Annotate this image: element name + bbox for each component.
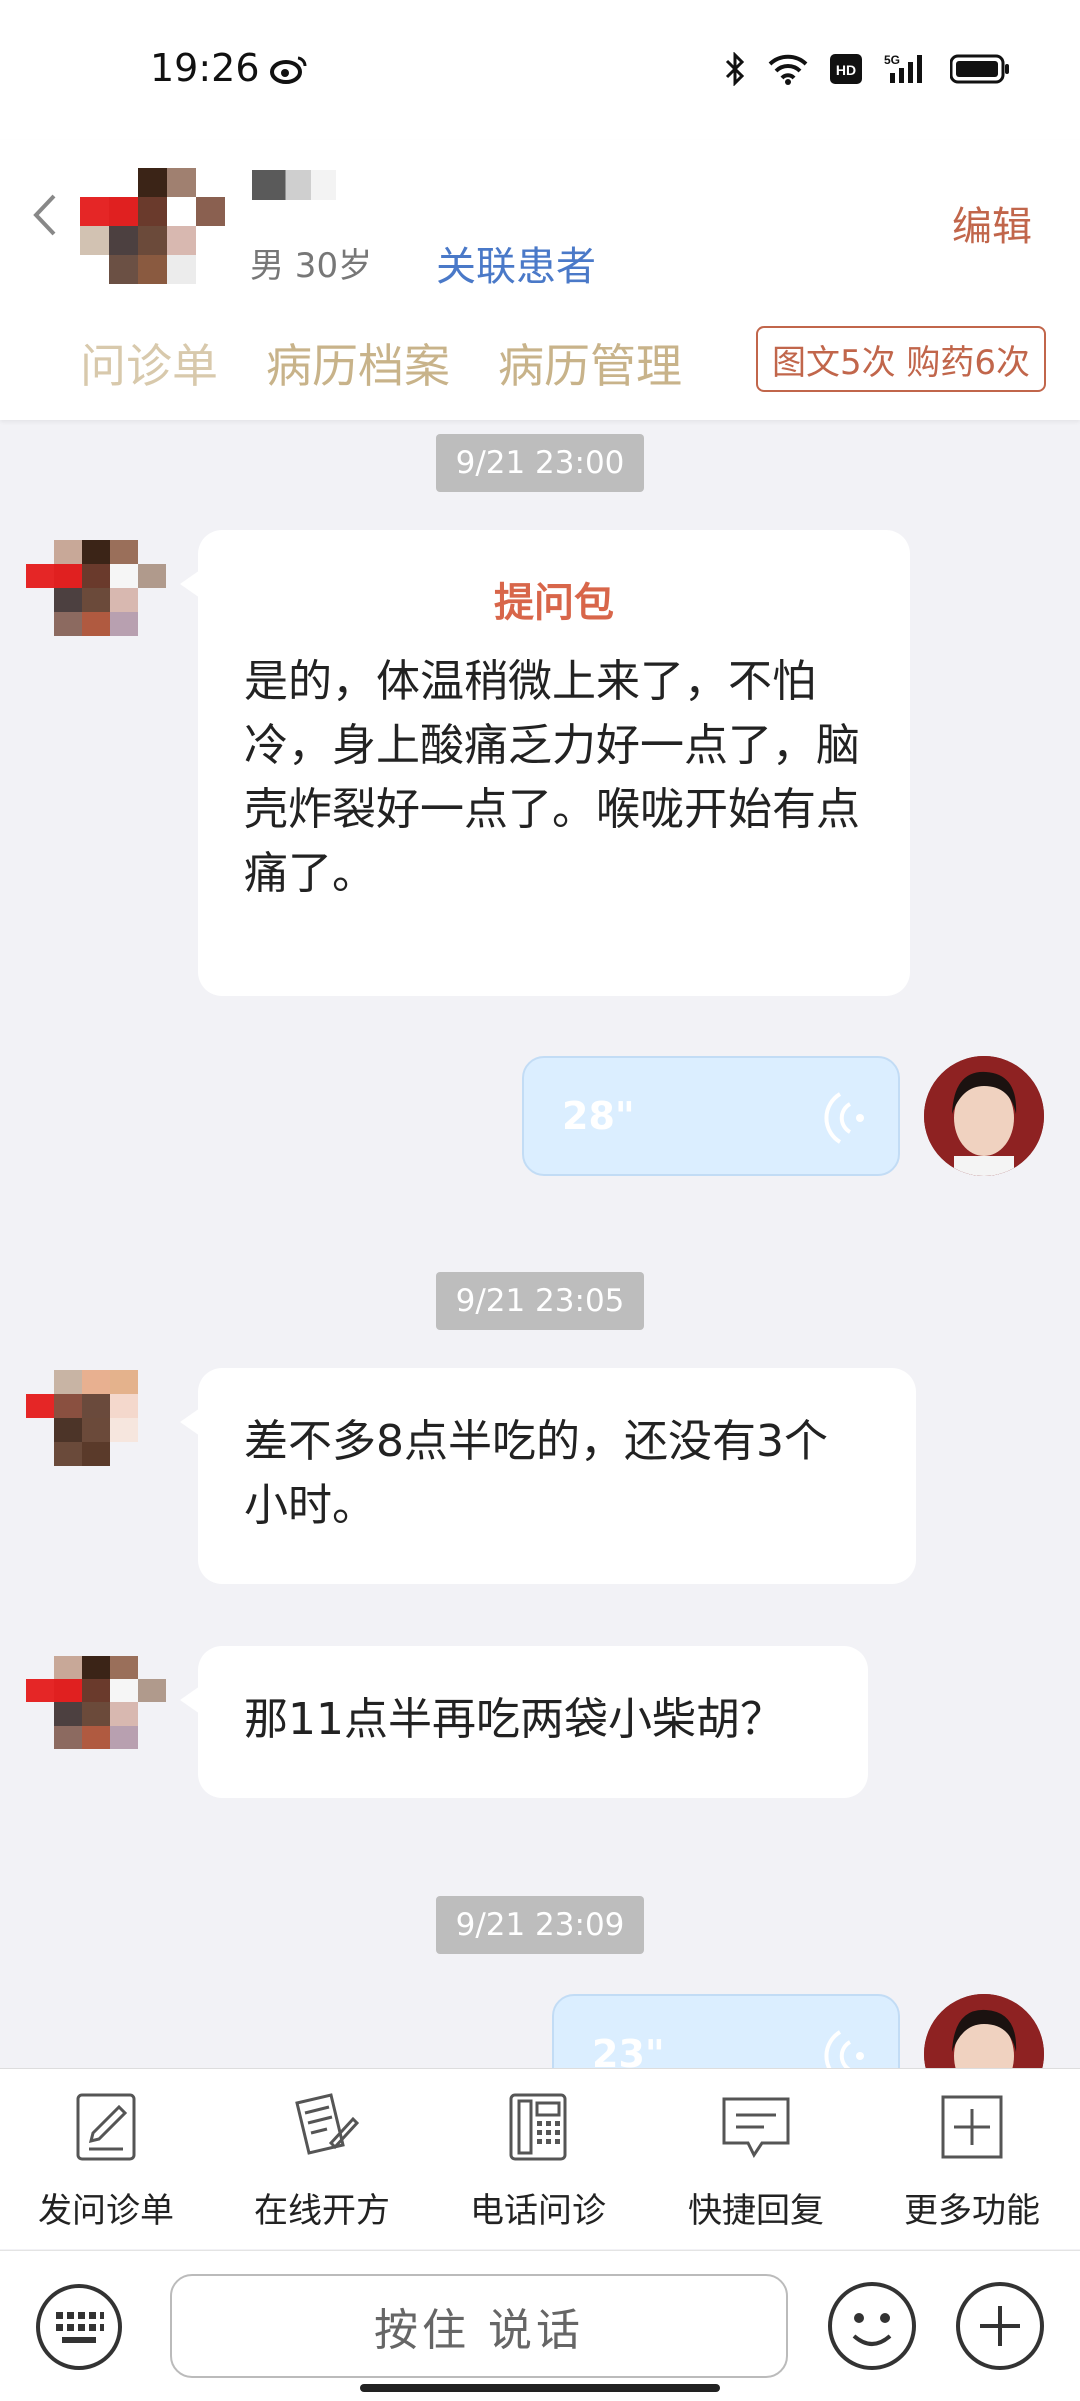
tool-label: 快捷回复 [688, 2191, 824, 2231]
tab-records-management[interactable]: 病历管理 [498, 330, 682, 396]
quick-reply-icon [722, 2097, 790, 2158]
patient-info: 男 30岁 [250, 246, 373, 286]
status-bar: 19:26 HD 5G [0, 0, 1080, 140]
function-toolbar: 发问诊单 在线开方 电话问诊 快捷回复 更多功能 [0, 2068, 1080, 2249]
doctor-avatar[interactable] [924, 1056, 1044, 1176]
status-time: 19:26 [150, 46, 260, 90]
patient-name [252, 170, 336, 200]
svg-text:5G: 5G [884, 53, 900, 67]
tab-medical-records[interactable]: 病历档案 [266, 330, 450, 396]
edit-button[interactable]: 编辑 [952, 194, 1032, 252]
keyboard-icon [36, 2284, 122, 2370]
question-pack-title: 提问包 [494, 580, 614, 626]
online-prescription-button[interactable]: 在线开方 [232, 2089, 412, 2232]
patient-message-avatar[interactable] [26, 1656, 166, 1772]
link-patient-button[interactable]: 关联患者 [436, 234, 596, 292]
timestamp: 9/21 23:00 [436, 434, 644, 492]
message-text: 差不多8点半吃的，还没有3个小时。 [244, 1416, 828, 1531]
timestamp: 9/21 23:09 [436, 1896, 644, 1954]
prescription-icon [295, 2093, 360, 2155]
svg-text:HD: HD [836, 62, 856, 78]
plus-icon [956, 2282, 1044, 2370]
form-icon [76, 2093, 136, 2161]
phone-icon [509, 2093, 567, 2161]
more-icon [941, 2095, 1003, 2159]
5g-signal-icon: 5G [884, 53, 922, 83]
tool-label: 更多功能 [904, 2191, 1040, 2231]
patient-message-bubble[interactable]: 那11点半再吃两袋小柴胡？ [180, 1646, 868, 1798]
voice-wave-icon [824, 1092, 864, 1144]
patient-avatar[interactable] [80, 168, 225, 313]
back-icon [33, 194, 56, 236]
battery-icon [950, 54, 1009, 84]
quota-badge[interactable]: 图文5次 购药6次 [756, 326, 1046, 392]
keyboard-toggle-button[interactable] [34, 2282, 124, 2376]
home-indicator [360, 2384, 720, 2392]
quick-reply-button[interactable]: 快捷回复 [666, 2089, 846, 2232]
voice-duration: 28" [562, 1094, 635, 1138]
tool-label: 在线开方 [254, 2191, 390, 2231]
wifi-icon [768, 54, 808, 85]
message-text: 那11点半再吃两袋小柴胡？ [244, 1694, 784, 1745]
phone-consult-button[interactable]: 电话问诊 [448, 2089, 628, 2232]
attach-button[interactable] [954, 2280, 1046, 2376]
tool-label: 发问诊单 [38, 2191, 174, 2231]
status-icons: HD 5G [724, 52, 1010, 86]
emoji-button[interactable] [826, 2280, 918, 2376]
hold-to-talk-button[interactable]: 按住 说话 [170, 2274, 788, 2378]
patient-message-avatar[interactable] [26, 1370, 166, 1490]
tab-questionnaire[interactable]: 问诊单 [80, 330, 218, 396]
patient-message-avatar[interactable] [26, 540, 166, 660]
weibo-icon [270, 54, 308, 88]
patient-message-bubble[interactable]: 提问包 是的，体温稍微上来了，不怕冷，身上酸痛乏力好一点了，脑壳炸裂好一点了。喉… [180, 530, 910, 996]
message-text: 是的，体温稍微上来了，不怕冷，身上酸痛乏力好一点了，脑壳炸裂好一点了。喉咙开始有… [244, 656, 860, 899]
bluetooth-icon [725, 52, 745, 86]
send-questionnaire-button[interactable]: 发问诊单 [16, 2089, 196, 2232]
header-tabs: 问诊单 病历档案 病历管理 [80, 330, 682, 396]
hd-icon: HD [830, 54, 862, 84]
back-button[interactable] [30, 190, 60, 244]
more-functions-button[interactable]: 更多功能 [882, 2089, 1062, 2232]
chat-header: 男 30岁 关联患者 编辑 问诊单 病历档案 病历管理 图文5次 购药6次 [0, 140, 1080, 420]
voice-message[interactable]: 28" [522, 1056, 900, 1176]
tool-label: 电话问诊 [470, 2191, 606, 2231]
timestamp: 9/21 23:05 [436, 1272, 644, 1330]
patient-message-bubble[interactable]: 差不多8点半吃的，还没有3个小时。 [180, 1368, 916, 1584]
emoji-icon [828, 2282, 916, 2370]
